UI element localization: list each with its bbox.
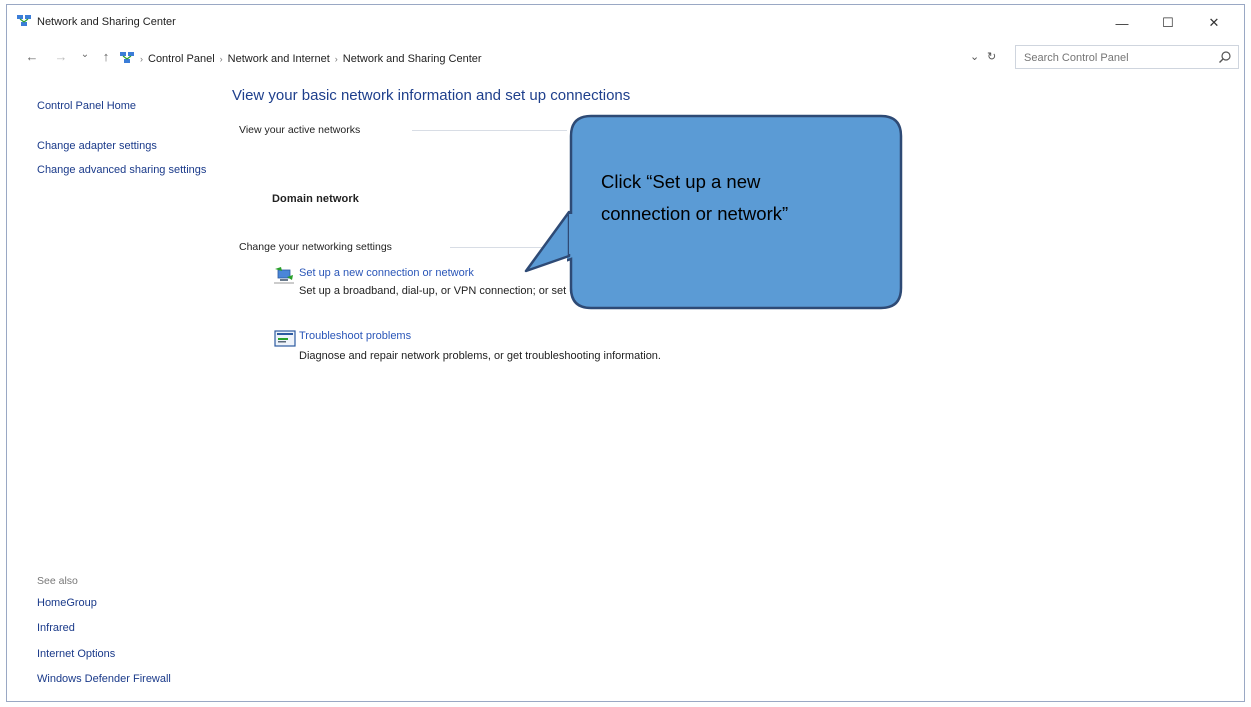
- title-bar: Network and Sharing Center — ☐ ✕: [7, 5, 1244, 39]
- chevron-right-icon: ›: [140, 54, 143, 64]
- address-network-icon: [120, 52, 134, 63]
- callout-line-2: connection or network”: [601, 203, 789, 224]
- breadcrumb-network-internet[interactable]: Network and Internet: [228, 53, 330, 65]
- up-arrow-icon[interactable]: ↑: [97, 49, 115, 64]
- window-title: Network and Sharing Center: [37, 16, 176, 28]
- control-panel-home-link[interactable]: Control Panel Home: [37, 99, 136, 113]
- maximize-button[interactable]: ☐: [1150, 11, 1186, 35]
- address-dropdown-icon[interactable]: ⌄: [970, 50, 979, 63]
- minimize-button[interactable]: —: [1104, 11, 1140, 35]
- homegroup-link[interactable]: HomeGroup: [37, 597, 97, 609]
- callout-text: Click “Set up a new connection or networ…: [601, 166, 881, 230]
- troubleshoot-icon: [274, 330, 296, 347]
- windows-defender-firewall-link[interactable]: Windows Defender Firewall: [37, 673, 171, 685]
- refresh-icon[interactable]: ↻: [987, 50, 996, 63]
- change-advanced-sharing-link[interactable]: Change advanced sharing settings: [37, 163, 207, 177]
- callout-line-1: Click “Set up a new: [601, 171, 761, 192]
- back-arrow-icon[interactable]: ←: [23, 49, 41, 64]
- search-box[interactable]: [1015, 45, 1239, 69]
- breadcrumb: › Control Panel › Network and Internet ›…: [140, 49, 482, 69]
- setup-connection-link[interactable]: Set up a new connection or network: [299, 267, 474, 279]
- callout-pointer: [524, 210, 573, 273]
- breadcrumb-network-sharing-center[interactable]: Network and Sharing Center: [343, 53, 482, 65]
- network-center-icon: [17, 15, 31, 26]
- change-settings-heading: Change your networking settings: [239, 241, 392, 253]
- troubleshoot-description: Diagnose and repair network problems, or…: [299, 350, 661, 362]
- recent-locations-icon[interactable]: ⌄: [76, 49, 94, 60]
- chevron-right-icon: ›: [219, 54, 223, 64]
- search-input[interactable]: [1022, 49, 1206, 67]
- change-adapter-settings-link[interactable]: Change adapter settings: [37, 139, 157, 153]
- internet-options-link[interactable]: Internet Options: [37, 648, 115, 660]
- forward-arrow-icon[interactable]: →: [52, 49, 70, 64]
- network-sharing-window: Network and Sharing Center — ☐ ✕ ← → ⌄ ↑…: [6, 4, 1245, 702]
- close-button[interactable]: ✕: [1196, 11, 1232, 35]
- network-name: Domain network: [272, 193, 359, 205]
- active-networks-heading: View your active networks: [239, 124, 361, 136]
- troubleshoot-link[interactable]: Troubleshoot problems: [299, 330, 411, 342]
- page-title: View your basic network information and …: [232, 87, 631, 104]
- infrared-link[interactable]: Infrared: [37, 622, 75, 634]
- breadcrumb-control-panel[interactable]: Control Panel: [148, 53, 215, 65]
- address-bar: ← → ⌄ ↑ › Control Panel › Network and In…: [7, 45, 1244, 71]
- chevron-right-icon: ›: [334, 54, 338, 64]
- search-icon[interactable]: [1218, 50, 1232, 64]
- see-also-label: See also: [37, 575, 78, 587]
- network-setup-icon: [274, 267, 294, 284]
- divider: [412, 130, 567, 131]
